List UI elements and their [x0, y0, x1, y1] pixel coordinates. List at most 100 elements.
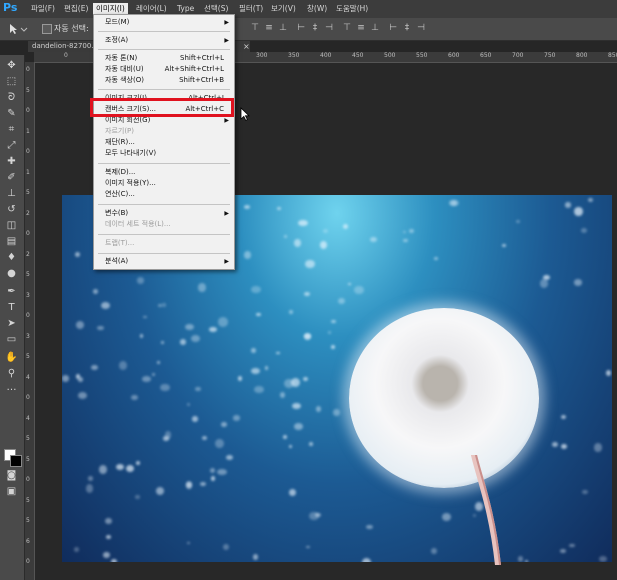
floating-seed — [330, 319, 336, 324]
floating-seed — [105, 534, 112, 539]
floating-seed — [195, 386, 201, 392]
menu-item-reveal-all[interactable]: 모두 나타내기(V) — [94, 148, 234, 159]
eraser-icon[interactable]: ◫ — [4, 219, 19, 233]
menu-separator — [98, 253, 230, 254]
menu-item-shortcut: Shift+Ctrl+L — [180, 54, 224, 62]
clone-stamp-icon[interactable]: ⊥ — [4, 187, 19, 201]
distribute-left-icon[interactable]: ⊢ — [388, 23, 398, 33]
menu-item-duplicate[interactable]: 복제(D)... — [94, 167, 234, 178]
menu-item-label: 자동 색상(O) — [105, 76, 144, 84]
rectangle-shape-icon[interactable]: ▭ — [4, 333, 19, 347]
lasso-icon[interactable]: ᘐ — [4, 91, 19, 105]
align-bottom-icon[interactable]: ⊥ — [278, 23, 288, 33]
photoshop-logo: Ps — [3, 1, 18, 14]
healing-brush-icon[interactable]: ✚ — [4, 155, 19, 169]
menu-item-apply-image[interactable]: 이미지 적용(Y)... — [94, 178, 234, 189]
menu-file[interactable]: 파일(F) — [28, 3, 58, 15]
floating-seed — [569, 543, 575, 547]
floating-seed — [561, 414, 567, 420]
auto-select-checkbox[interactable] — [42, 24, 52, 34]
distribute-vcenter-icon[interactable]: ≡ — [356, 23, 366, 33]
quick-select-icon[interactable]: ✎ — [4, 107, 19, 121]
menu-item-analysis[interactable]: 분석(A) ▶ — [94, 256, 234, 267]
floating-seed — [361, 558, 372, 562]
quick-mask-icon[interactable]: ◙ — [4, 469, 19, 483]
menu-item-adjustments[interactable]: 조정(A) ▶ — [94, 35, 234, 46]
screen-mode-icon[interactable]: ▣ — [4, 485, 19, 499]
align-top-icon[interactable]: ⊤ — [250, 23, 260, 33]
floating-seed — [185, 481, 192, 488]
floating-seed — [200, 481, 207, 487]
ruler-top-tick-label: 300 — [256, 52, 268, 59]
floating-seed — [151, 372, 156, 376]
align-right-icon[interactable]: ⊣ — [324, 23, 334, 33]
distribute-bottom-icon[interactable]: ⊥ — [370, 23, 380, 33]
blur-icon[interactable]: ♦ — [4, 251, 19, 265]
menu-item-apply-data-set[interactable]: 데이터 세트 적용(L)... — [94, 219, 234, 230]
floating-seed — [180, 339, 186, 345]
floating-seed — [333, 408, 340, 417]
floating-seed — [309, 442, 314, 447]
hand-icon[interactable]: ✋ — [4, 351, 19, 365]
ruler-left-tick-label: 4 — [26, 373, 30, 381]
floating-seed — [305, 259, 315, 269]
ruler-left-tick-label: 0 — [26, 476, 30, 483]
floating-seed — [111, 558, 118, 562]
pen-icon[interactable]: ✒ — [4, 285, 19, 299]
type-icon[interactable]: T — [4, 301, 19, 315]
menu-item-calculations[interactable]: 연산(C)... — [94, 189, 234, 200]
menu-item-auto-contrast[interactable]: 자동 대비(U) Alt+Shift+Ctrl+L — [94, 64, 234, 75]
eyedropper-icon[interactable]: ⤢ — [4, 139, 19, 153]
ruler-left: 0 5 0 1 0 1 5 2 0 2 5 3 0 3 5 4 0 4 5 5 0 5 5 6 0 — [25, 62, 35, 580]
menu-item-trap[interactable]: 트랩(T)... — [94, 238, 234, 249]
menu-item-auto-tone[interactable]: 자동 톤(N) Shift+Ctrl+L — [94, 53, 234, 64]
distribute-hcenter-icon[interactable]: ‡ — [402, 23, 412, 33]
ruler-left-tick-label: 0 — [26, 230, 30, 237]
floating-seed — [280, 391, 286, 398]
floating-seed — [77, 392, 87, 399]
floating-seed — [551, 441, 559, 447]
dodge-icon[interactable]: ● — [4, 267, 19, 281]
menu-item-crop[interactable]: 자르기(P) — [94, 126, 234, 137]
ruler-top-tick-label: 850 — [608, 52, 617, 59]
move-tool-icon[interactable] — [8, 23, 30, 35]
mouse-cursor-icon — [240, 107, 250, 121]
menu-help[interactable]: 도움말(H) — [333, 3, 371, 15]
menu-item-label: 이미지 적용(Y)... — [105, 179, 156, 187]
menu-item-mode[interactable]: 모드(M) ▶ — [94, 17, 234, 28]
marquee-icon[interactable]: ⬚ — [4, 75, 19, 89]
zoom-icon[interactable]: ⚲ — [4, 367, 19, 381]
gradient-icon[interactable]: ▤ — [4, 235, 19, 249]
floating-seed — [288, 444, 293, 449]
menu-window[interactable]: 창(W) — [304, 3, 330, 15]
ruler-left-tick-label: 4 — [26, 414, 30, 422]
distribute-right-icon[interactable]: ⊣ — [416, 23, 426, 33]
crop-icon[interactable]: ⌗ — [4, 123, 19, 137]
menu-item-auto-color[interactable]: 자동 색상(O) Shift+Ctrl+B — [94, 75, 234, 86]
menu-filter[interactable]: 필터(T) — [236, 3, 266, 15]
menu-view[interactable]: 보기(V) — [268, 3, 299, 15]
background-color-swatch[interactable] — [10, 455, 22, 467]
path-select-icon[interactable]: ➤ — [4, 317, 19, 331]
menu-separator — [98, 234, 230, 235]
align-hcenter-icon[interactable]: ‡ — [310, 23, 320, 33]
ellipsis-icon[interactable]: … — [4, 381, 19, 395]
align-vcenter-icon[interactable]: ≡ — [264, 23, 274, 33]
align-left-icon[interactable]: ⊢ — [296, 23, 306, 33]
floating-seed — [221, 422, 227, 428]
move-icon[interactable]: ✥ — [4, 59, 19, 73]
submenu-arrow-icon: ▶ — [224, 210, 229, 217]
floating-seed — [564, 202, 572, 208]
brush-icon[interactable]: ✐ — [4, 171, 19, 185]
floating-seed — [289, 489, 297, 497]
tab-close-icon[interactable]: × — [243, 41, 251, 52]
distribute-top-icon[interactable]: ⊤ — [342, 23, 352, 33]
menu-item-label: 데이터 세트 적용(L)... — [105, 220, 171, 228]
floating-seed — [97, 325, 104, 331]
history-brush-icon[interactable]: ↺ — [4, 203, 19, 217]
floating-seed — [139, 333, 144, 338]
menu-edit[interactable]: 편집(E) — [61, 3, 91, 15]
menu-item-variables[interactable]: 변수(B) ▶ — [94, 208, 234, 219]
floating-seed — [62, 375, 70, 382]
menu-item-trim[interactable]: 재단(R)... — [94, 137, 234, 148]
